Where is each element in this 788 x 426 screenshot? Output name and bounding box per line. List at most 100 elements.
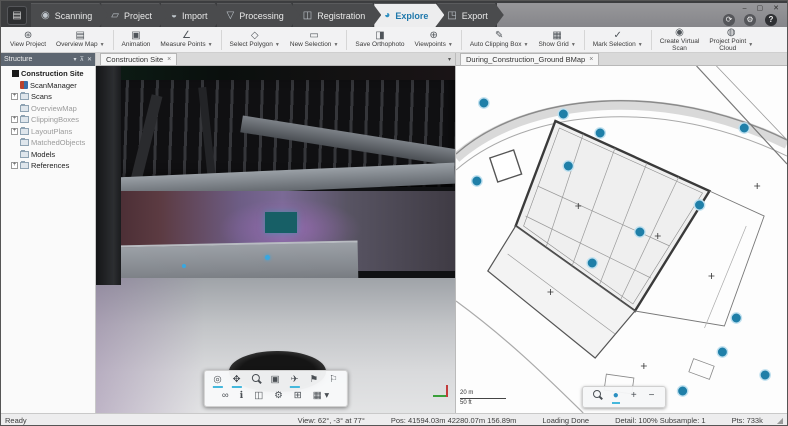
ribbon-tab-processing[interactable]: ▽Processing [217, 3, 300, 27]
expander-plus-icon[interactable]: + [11, 128, 18, 135]
explore-toolbar: ⊛View Project▤Overview Map▼ ▣Animation∠Me… [1, 27, 787, 53]
toolbar-button-create-virtual-scan[interactable]: ◉Create Virtual Scan [655, 28, 705, 52]
chevron-down-icon[interactable]: ▼ [333, 43, 338, 48]
toolbar-button-select-polygon[interactable]: ◇Select Polygon▼ [225, 28, 285, 52]
chevron-down-icon[interactable]: ▼ [448, 43, 453, 48]
tree-item-construction-site[interactable]: Construction Site [1, 68, 95, 80]
scan-markers-toggle[interactable]: ● [612, 390, 620, 404]
tree-item-layoutplans[interactable]: +LayoutPlans [1, 126, 95, 138]
fly-mode-icon[interactable]: ✈ [290, 374, 300, 388]
quad-view-icon[interactable]: ⊞ [293, 390, 303, 404]
scan-position-marker[interactable] [760, 370, 770, 380]
scan-position-marker[interactable] [587, 258, 597, 268]
pan-tool-icon[interactable]: ✥ [232, 374, 242, 388]
tree-item-scans[interactable]: +Scans [1, 91, 95, 103]
scan-position-marker[interactable] [558, 109, 568, 119]
ribbon-tab-explore[interactable]: ◕Explore [374, 3, 444, 27]
scan-position-marker[interactable] [265, 255, 270, 260]
minimize-button[interactable]: – [743, 5, 747, 12]
toolbar-button-project-point-cloud[interactable]: ◍Project Point Cloud▼ [704, 28, 758, 52]
chevron-down-icon[interactable]: ▼ [100, 43, 105, 48]
scan-position-marker[interactable] [635, 227, 645, 237]
help-icon[interactable]: ? [765, 14, 777, 26]
animation-icon: ▣ [131, 31, 140, 41]
pin-icon[interactable]: ⊼ [80, 57, 84, 63]
toolbar-button-viewpoints[interactable]: ⊕Viewpoints▼ [410, 28, 458, 52]
info-icon[interactable]: ℹ [239, 390, 245, 404]
chevron-down-icon[interactable]: ▼ [275, 43, 280, 48]
toolbar-button-measure-points[interactable]: ∠Measure Points▼ [155, 28, 217, 52]
toolbar-button-label: Project Point Cloud▼ [709, 39, 753, 53]
ribbon-tab-export[interactable]: ◳Export [437, 3, 503, 27]
tree-item-matchedobjects[interactable]: MatchedObjects [1, 137, 95, 149]
toolbar-button-animation[interactable]: ▣Animation [117, 28, 156, 52]
resize-grip-icon[interactable]: ◢ [777, 416, 783, 425]
orbit-mode-icon[interactable]: ◎ [212, 374, 222, 388]
scale-feet-label: 50 ft [460, 400, 506, 407]
view3d-tab[interactable]: Construction Site × [100, 53, 177, 65]
view-cube-icon[interactable]: ▣ [270, 374, 281, 388]
chevron-down-icon[interactable]: ▼ [748, 43, 753, 48]
chevron-down-icon[interactable]: ▼ [571, 43, 576, 48]
split-view-icon[interactable]: ◫ [253, 390, 264, 404]
stereo-view-icon[interactable]: ∞ [221, 390, 230, 404]
scan-position-marker[interactable] [717, 347, 727, 357]
map-tab[interactable]: During_Construction_Ground BMap × [460, 53, 599, 65]
toolbar-button-text: Overview Map [56, 42, 98, 49]
tree-item-references[interactable]: +References [1, 160, 95, 172]
chevron-down-icon[interactable]: ▼ [208, 43, 213, 48]
scan-position-marker[interactable] [479, 98, 489, 108]
expander-plus-icon[interactable]: + [11, 162, 18, 169]
flag-outline-icon[interactable]: ⚐ [328, 374, 339, 388]
grid-options-icon[interactable]: ▦ ▾ [312, 390, 330, 404]
scan-position-marker[interactable] [595, 128, 605, 138]
toolbar-button-new-selection[interactable]: ▭New Selection▼ [285, 28, 344, 52]
toolbar-button-view-project[interactable]: ⊛View Project [5, 28, 51, 52]
app-menu-button[interactable]: ▤ [7, 6, 27, 25]
close-button[interactable]: ✕ [773, 5, 779, 12]
sync-icon[interactable]: ⟳ [723, 14, 735, 26]
close-icon[interactable]: × [167, 56, 171, 63]
chevron-down-icon[interactable]: ▾ [74, 57, 77, 63]
view3d-viewport[interactable]: ◎ ✥ ▣ ✈ ⚑ ⚐ ∞ ℹ ◫ ⚙ ⊞ ▦ ▾ [96, 66, 455, 413]
scan-position-marker[interactable] [739, 123, 749, 133]
ribbon-tab-scanning[interactable]: ◉Scanning [31, 3, 108, 27]
chevron-down-icon[interactable]: ▼ [524, 43, 529, 48]
toolbar-button-auto-clipping-box[interactable]: ✎Auto Clipping Box▼ [465, 28, 534, 52]
zoom-out-button[interactable]: − [648, 390, 656, 404]
settings-gear-icon[interactable]: ⚙ [744, 14, 756, 26]
zoom-in-button[interactable]: + [630, 390, 638, 404]
close-icon[interactable]: × [589, 56, 593, 63]
magnifier-icon[interactable] [251, 374, 261, 388]
toolbar-button-show-grid[interactable]: ▦Show Grid▼ [533, 28, 580, 52]
scan-position-marker[interactable] [731, 313, 741, 323]
maximize-button[interactable]: ▢ [757, 5, 764, 12]
save-orthophoto-icon: ◨ [375, 31, 384, 41]
ribbon-tab-project[interactable]: ▱Project [101, 3, 168, 27]
expander-plus-icon[interactable]: + [11, 93, 18, 100]
tree-item-clippingboxes[interactable]: +ClippingBoxes [1, 114, 95, 126]
tree-item-overviewmap[interactable]: OverviewMap [1, 103, 95, 115]
scan-position-marker[interactable] [694, 200, 704, 210]
chevron-down-icon[interactable]: ▼ [638, 43, 643, 48]
chevron-down-icon[interactable]: ▾ [448, 56, 455, 65]
scan-position-marker[interactable] [472, 176, 482, 186]
settings-gear-icon[interactable]: ⚙ [273, 390, 284, 404]
ribbon-tab-registration[interactable]: ◫Registration [293, 3, 381, 27]
flag-icon[interactable]: ⚑ [309, 374, 320, 388]
close-icon[interactable]: ✕ [87, 57, 92, 63]
tree-item-models[interactable]: Models [1, 149, 95, 161]
toolbar-button-label: Show Grid▼ [538, 42, 575, 49]
magnifier-icon[interactable] [592, 390, 602, 404]
toolbar-button-overview-map[interactable]: ▤Overview Map▼ [51, 28, 110, 52]
expander-plus-icon[interactable]: + [11, 116, 18, 123]
scan-position-marker[interactable] [563, 161, 573, 171]
tree-item-scanmanager[interactable]: ScanManager [1, 80, 95, 92]
map-viewport[interactable]: 20 m 50 ft ●+− [456, 66, 787, 413]
toolbar-button-mark-selection[interactable]: ✓Mark Selection▼ [588, 28, 648, 52]
scan-position-marker[interactable] [677, 386, 687, 396]
scan-position-marker[interactable] [182, 264, 186, 268]
toolbar-button-save-orthophoto[interactable]: ◨Save Orthophoto [350, 28, 409, 52]
structure-panel-header-icons: ▾⊼✕ [71, 56, 92, 63]
ribbon-tab-import[interactable]: ◒Import [161, 3, 224, 27]
